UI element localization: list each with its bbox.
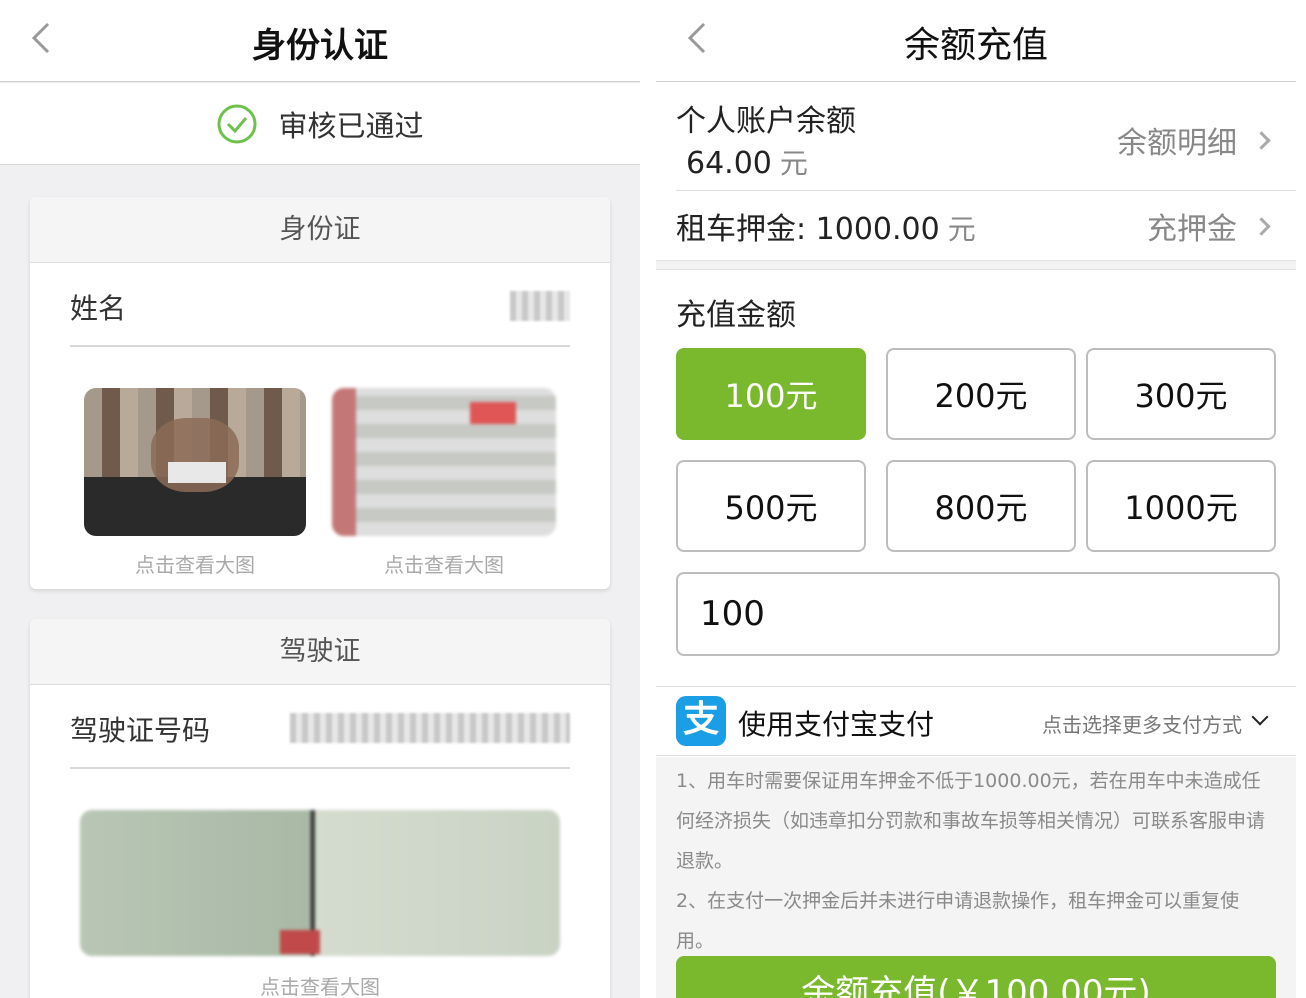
payment-method-row[interactable]: 支 使用支付宝支付 点击选择更多支付方式 xyxy=(656,686,1296,756)
pay-deposit-link[interactable]: 充押金 xyxy=(1147,204,1271,248)
balance-value: 64.00 xyxy=(686,146,772,181)
amount-option[interactable]: 300元 xyxy=(1086,348,1276,440)
photo-caption[interactable]: 点击查看大图 xyxy=(84,549,306,578)
recharge-amount-title: 充值金额 xyxy=(676,298,796,333)
nav-bar: 身份认证 xyxy=(0,0,640,82)
id-card-header: 身份证 xyxy=(30,197,610,263)
screen-gutter xyxy=(640,0,656,998)
balance-detail-label: 余额明细 xyxy=(1117,126,1237,161)
deposit-line: 租车押金: 1000.00 元 xyxy=(676,204,976,248)
recharge-submit-button[interactable]: 余额充值(￥100.00元) xyxy=(676,956,1276,998)
page-title: 余额充值 xyxy=(903,25,1048,66)
amount-option[interactable]: 800元 xyxy=(886,460,1076,552)
divider xyxy=(676,190,1296,191)
balance-value-line: 64.00 元 xyxy=(686,142,808,182)
amount-option[interactable]: 200元 xyxy=(886,348,1076,440)
photo-stamp xyxy=(470,402,516,424)
license-number-row: 驾驶证号码 xyxy=(70,685,570,769)
driver-license-panel: 驾驶证 驾驶证号码 点击查看大图 xyxy=(30,619,610,998)
driver-license-header: 驾驶证 xyxy=(30,619,610,685)
currency-unit: 元 xyxy=(779,147,808,180)
chevron-right-icon xyxy=(1252,130,1271,150)
amount-input[interactable]: 100 xyxy=(676,572,1280,656)
amount-option[interactable]: 500元 xyxy=(676,460,866,552)
identity-verification-screen: 身份认证 审核已通过 身份证 姓名 点击查看大图 点击查看大图 驾驶证 驾驶证号… xyxy=(0,0,640,998)
payment-method-label: 使用支付宝支付 xyxy=(738,708,935,741)
name-row: 姓名 xyxy=(70,263,570,347)
verification-status: 审核已通过 xyxy=(0,83,640,165)
photo-stamp xyxy=(280,930,320,954)
nav-bar: 余额充值 xyxy=(656,0,1296,82)
driver-license-photo[interactable] xyxy=(80,810,560,956)
photo-caption[interactable]: 点击查看大图 xyxy=(332,549,556,578)
id-photo-card[interactable] xyxy=(332,388,556,536)
alipay-icon: 支 xyxy=(676,696,726,746)
balance-recharge-screen: 余额充值 个人账户余额 64.00 元 余额明细 租车押金: 1000.00 元 充… xyxy=(656,0,1296,998)
note-item: 1、用车时需要保证用车押金不低于1000.00元，若在用车中未造成任何经济损失（… xyxy=(676,770,1266,872)
status-text: 审核已通过 xyxy=(278,108,424,143)
chevron-down-icon[interactable] xyxy=(1251,708,1269,726)
name-value-blurred xyxy=(510,291,570,321)
deposit-label: 租车押金: 1000.00 xyxy=(676,212,940,247)
license-number-label: 驾驶证号码 xyxy=(70,714,211,747)
id-photo-holding[interactable] xyxy=(84,388,306,536)
check-circle-icon xyxy=(217,104,257,143)
amount-option[interactable]: 1000元 xyxy=(1086,460,1276,552)
name-label: 姓名 xyxy=(70,292,127,325)
more-payment-methods[interactable]: 点击选择更多支付方式 xyxy=(1042,709,1242,738)
chevron-right-icon xyxy=(1252,216,1271,236)
photo-mask xyxy=(168,462,227,483)
balance-detail-link[interactable]: 余额明细 xyxy=(1117,118,1271,162)
photo-caption[interactable]: 点击查看大图 xyxy=(80,971,560,998)
note-item: 2、在支付一次押金后并未进行申请退款操作，租车押金可以重复使用。 xyxy=(676,890,1240,952)
amount-option[interactable]: 100元 xyxy=(676,348,866,440)
section-gap xyxy=(656,260,1296,270)
page-title: 身份认证 xyxy=(252,26,388,66)
id-card-panel: 身份证 姓名 点击查看大图 点击查看大图 xyxy=(30,197,610,589)
balance-label: 个人账户余额 xyxy=(676,104,856,139)
currency-unit: 元 xyxy=(947,213,976,246)
photo-edge xyxy=(332,388,356,536)
license-number-blurred xyxy=(290,713,570,743)
pay-deposit-label: 充押金 xyxy=(1147,212,1237,247)
